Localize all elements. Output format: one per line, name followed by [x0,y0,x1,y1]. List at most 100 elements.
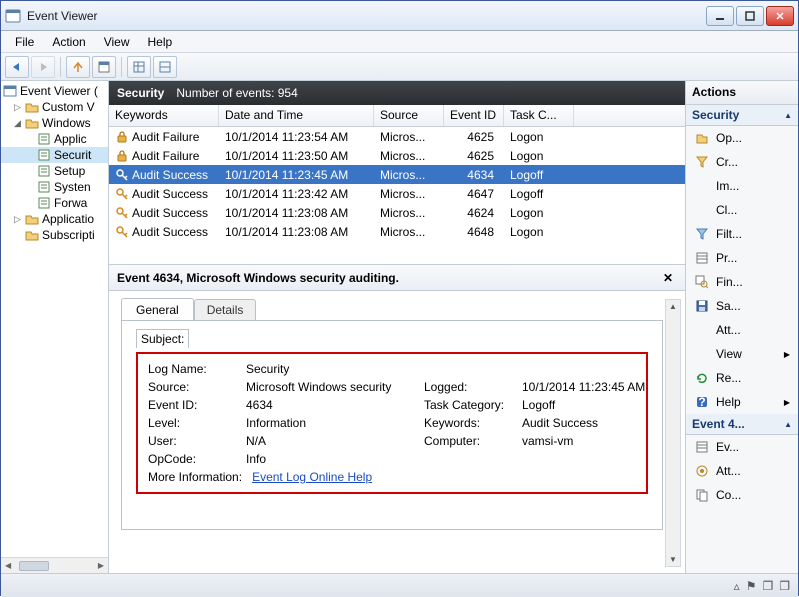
tray-icon[interactable]: ❐ [762,579,773,593]
tray-flag-icon[interactable]: ⚑ [746,579,757,593]
col-keywords[interactable]: Keywords [109,105,219,126]
actions-section-security[interactable]: Security▲ [686,105,798,126]
copy-icon [694,487,710,503]
action-item[interactable]: Sa... [686,294,798,318]
up-button[interactable] [66,56,90,78]
menu-help[interactable]: Help [140,33,181,51]
grid-header[interactable]: Keywords Date and Time Source Event ID T… [109,105,685,127]
view-detail-button[interactable] [153,56,177,78]
val-user: N/A [246,434,416,448]
actions-pane: Actions Security▲ Op...Cr...Im...Cl...Fi… [686,81,798,573]
tree-item[interactable]: Forwa [1,195,108,211]
val-logged: 10/1/2014 11:23:45 AM [522,380,645,394]
back-button[interactable] [5,56,29,78]
lbl-moreinfo: More Information: [148,470,242,484]
tree-item[interactable]: ▷Custom V [1,99,108,115]
save-icon [694,298,710,314]
action-item[interactable]: ?Help▶ [686,390,798,414]
tree-item[interactable]: Systen [1,179,108,195]
chevron-up-icon: ▲ [784,111,792,120]
tree-item[interactable]: Subscripti [1,227,108,243]
tab-details[interactable]: Details [194,299,257,322]
col-source[interactable]: Source [374,105,444,126]
key-icon [115,187,129,201]
action-item[interactable]: Op... [686,126,798,150]
folder-icon [25,100,39,114]
detail-close-button[interactable]: ✕ [659,271,677,285]
col-datetime[interactable]: Date and Time [219,105,374,126]
actions-section-event[interactable]: Event 4...▲ [686,414,798,435]
folder-icon [37,132,51,146]
table-row[interactable]: Audit Success 10/1/2014 11:23:42 AM Micr… [109,184,685,203]
close-button[interactable] [766,6,794,26]
titlebar: Event Viewer [1,1,798,31]
view-list-button[interactable] [127,56,151,78]
funnel-b-icon [694,226,710,242]
menubar: File Action View Help [1,31,798,53]
col-taskcat[interactable]: Task C... [504,105,574,126]
action-item[interactable]: Cl... [686,198,798,222]
properties-button[interactable] [92,56,116,78]
tree-hscroll[interactable]: ◀▶ [1,557,108,573]
lbl-computer: Computer: [424,434,514,448]
action-item[interactable]: View▶ [686,342,798,366]
blank-icon [694,322,710,338]
val-level: Information [246,416,416,430]
tree-root[interactable]: Event Viewer ( [1,83,108,99]
action-item[interactable]: Fin... [686,270,798,294]
menu-action[interactable]: Action [44,33,93,51]
forward-button[interactable] [31,56,55,78]
actions-header: Actions [686,81,798,105]
action-item[interactable]: Co... [686,483,798,507]
table-row[interactable]: Audit Failure 10/1/2014 11:23:50 AM Micr… [109,146,685,165]
tree-pane: Event Viewer ( ▷Custom V◢WindowsApplicSe… [1,81,109,573]
open-icon [694,130,710,146]
lbl-taskcat: Task Category: [424,398,514,412]
eventviewer-icon [3,84,17,98]
minimize-button[interactable] [706,6,734,26]
menu-view[interactable]: View [96,33,138,51]
table-row[interactable]: Audit Failure 10/1/2014 11:23:54 AM Micr… [109,127,685,146]
table-row[interactable]: Audit Success 10/1/2014 11:23:08 AM Micr… [109,203,685,222]
tab-general[interactable]: General [121,298,194,321]
action-item[interactable]: Re... [686,366,798,390]
action-item[interactable]: Pr... [686,246,798,270]
tray-chevron-icon[interactable]: ▵ [734,579,740,593]
tab-body: Subject: Log Name: Security Source: Micr… [121,320,663,530]
tree-item[interactable]: Applic [1,131,108,147]
val-taskcat: Logoff [522,398,645,412]
lbl-level: Level: [148,416,238,430]
lbl-logged: Logged: [424,380,514,394]
action-item[interactable]: Ev... [686,435,798,459]
detail-pane: Event 4634, Microsoft Windows security a… [109,265,685,573]
tray-icon[interactable]: ❐ [779,579,790,593]
attach-icon [694,463,710,479]
action-item[interactable]: Att... [686,318,798,342]
detail-title: Event 4634, Microsoft Windows security a… [117,271,399,285]
action-item[interactable]: Filt... [686,222,798,246]
table-row[interactable]: Audit Success 10/1/2014 11:23:08 AM Micr… [109,222,685,241]
tree-item[interactable]: Securit [1,147,108,163]
statusbar: ▵ ⚑ ❐ ❐ [1,573,798,597]
action-item[interactable]: Att... [686,459,798,483]
detail-scroll[interactable]: ▲▼ [665,299,681,567]
tree-item[interactable]: ◢Windows [1,115,108,131]
link-online-help[interactable]: Event Log Online Help [252,470,372,484]
col-eventid[interactable]: Event ID [444,105,504,126]
find-icon [694,274,710,290]
toolbar [1,53,798,81]
table-row[interactable]: Audit Success 10/1/2014 11:23:45 AM Micr… [109,165,685,184]
val-source: Microsoft Windows security [246,380,416,394]
tree-item[interactable]: ▷Applicatio [1,211,108,227]
maximize-button[interactable] [736,6,764,26]
tree-root-label: Event Viewer ( [20,84,98,98]
action-item[interactable]: Im... [686,174,798,198]
lbl-opcode: OpCode: [148,452,238,466]
val-computer: vamsi-vm [522,434,645,448]
tree-item[interactable]: Setup [1,163,108,179]
grid-body[interactable]: Audit Failure 10/1/2014 11:23:54 AM Micr… [109,127,685,265]
menu-file[interactable]: File [7,33,42,51]
key-icon [115,225,129,239]
action-item[interactable]: Cr... [686,150,798,174]
funnel-y-icon [694,154,710,170]
